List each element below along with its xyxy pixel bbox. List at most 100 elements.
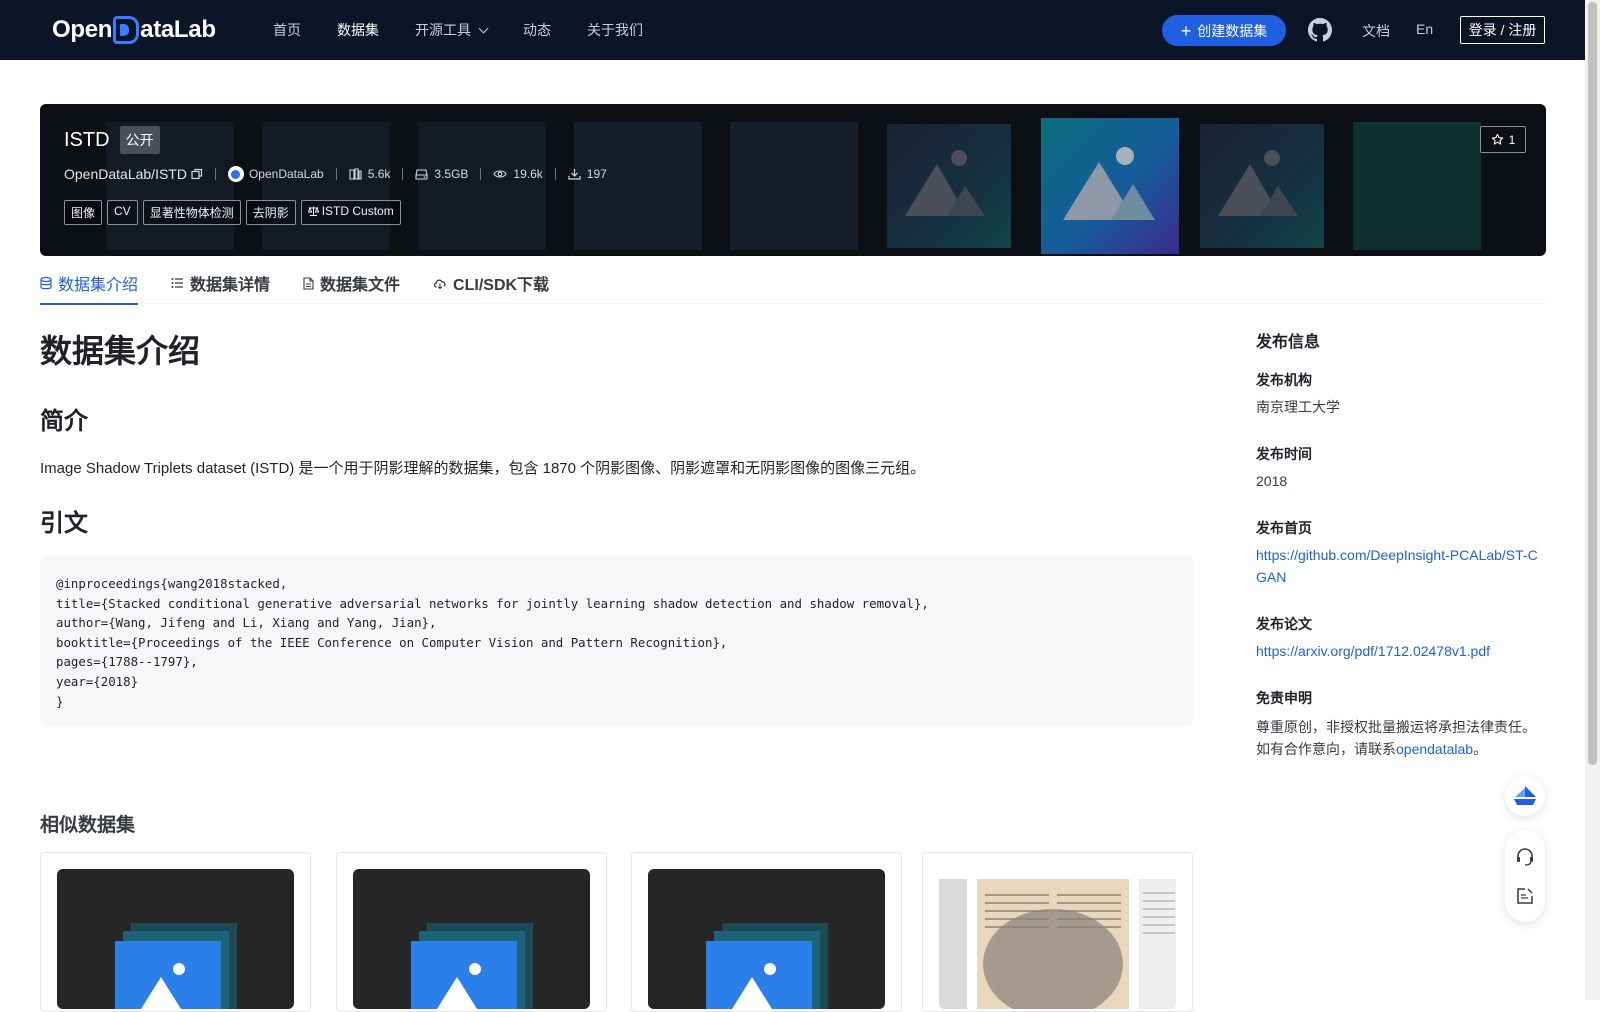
disk-size-stat: 3.5GB [415, 167, 468, 181]
github-icon[interactable] [1308, 18, 1332, 42]
document-image [939, 879, 1176, 1009]
image-placeholder-icon [115, 923, 237, 1009]
dataset-hero-banner: ISTD 公开 OpenDataLab/ISTD OpenDataLab 5.6… [40, 104, 1546, 256]
headset-icon[interactable] [1515, 847, 1535, 867]
assistant-float-button[interactable] [1505, 776, 1545, 816]
hard-drive-icon [415, 169, 428, 180]
page-scrollbar[interactable] [1585, 0, 1600, 1000]
dataset-meta-row: OpenDataLab/ISTD OpenDataLab 5.6k 3.5GB … [64, 166, 607, 182]
tag-list: 图像 CV 显著性物体检测 去阴影 ISTD Custom [64, 200, 401, 225]
file-icon [303, 276, 314, 290]
dataset-thumbnail [57, 869, 294, 1009]
page-title: 数据集介绍 [40, 333, 201, 369]
publish-info-sidebar: 发布信息 发布机构 南京理工大学 发布时间 2018 发布首页 https://… [1256, 328, 1546, 757]
eye-icon [493, 170, 508, 178]
nav-news[interactable]: 动态 [523, 20, 551, 40]
opendatalab-logo[interactable]: Open ataLab [52, 14, 216, 46]
dataset-path: OpenDataLab/ISTD [64, 166, 187, 182]
cloud-icon [433, 277, 447, 289]
intro-paragraph: Image Shadow Triplets dataset (ISTD) 是一个… [40, 460, 926, 477]
edit-icon[interactable] [1516, 887, 1534, 905]
hero-image-placeholder [887, 124, 1011, 248]
language-switch[interactable]: En [1416, 21, 1433, 37]
scrollbar-thumb[interactable] [1588, 2, 1597, 765]
homepage-link[interactable]: https://github.com/DeepInsight-PCALab/ST… [1256, 547, 1538, 585]
tag-salient-object-detection[interactable]: 显著性物体检测 [142, 200, 241, 225]
divider [335, 168, 337, 180]
tab-details-label: 数据集详情 [190, 277, 271, 294]
similar-dataset-card[interactable] [631, 852, 902, 1012]
publish-time-label: 发布时间 [1256, 446, 1312, 462]
downloads-stat: 197 [568, 167, 607, 181]
copy-icon[interactable] [191, 168, 203, 180]
database-icon [40, 276, 52, 290]
tab-files[interactable]: 数据集文件 [303, 262, 400, 304]
paper-label: 发布论文 [1256, 616, 1312, 632]
logo-d-icon [113, 16, 140, 44]
dataset-thumbnail [939, 869, 1176, 1009]
similar-dataset-card[interactable] [40, 852, 311, 1012]
nav-datasets[interactable]: 数据集 [337, 20, 379, 40]
tag-image[interactable]: 图像 [64, 200, 103, 225]
divider [554, 168, 556, 180]
hero-image-placeholder [1200, 124, 1324, 248]
download-icon [568, 169, 581, 180]
file-count-stat: 5.6k [349, 167, 390, 181]
divider [402, 168, 404, 180]
tab-cli-sdk-label: CLI/SDK下载 [453, 277, 550, 294]
login-register-button[interactable]: 登录 / 注册 [1460, 16, 1545, 44]
nav-home[interactable]: 首页 [273, 20, 301, 40]
similar-dataset-card[interactable] [922, 852, 1193, 1012]
org-name[interactable]: OpenDataLab [249, 167, 324, 181]
visibility-badge: 公开 [119, 126, 160, 154]
nav-open-tools[interactable]: 开源工具 [415, 20, 489, 40]
create-dataset-button[interactable]: + 创建数据集 [1162, 15, 1286, 46]
dataset-name: ISTD [64, 128, 110, 151]
intro-heading: 简介 [40, 408, 88, 435]
list-icon [171, 277, 184, 289]
support-float-panel [1505, 830, 1545, 922]
nav-about[interactable]: 关于我们 [587, 20, 643, 40]
similar-datasets-heading: 相似数据集 [40, 815, 136, 836]
files-icon [349, 168, 362, 180]
dataset-thumbnail [353, 869, 590, 1009]
hero-tile [574, 122, 702, 250]
main-nav: 首页 数据集 开源工具 动态 关于我们 [273, 0, 679, 60]
tab-cli-sdk[interactable]: CLI/SDK下载 [433, 262, 549, 304]
plus-icon: + [1180, 20, 1192, 41]
disclaimer-label: 免责申明 [1256, 690, 1312, 706]
docs-link[interactable]: 文档 [1362, 21, 1390, 41]
publish-info-title: 发布信息 [1256, 334, 1321, 351]
divider [480, 168, 482, 180]
tab-files-label: 数据集文件 [320, 277, 401, 294]
star-button[interactable]: 1 [1480, 126, 1526, 153]
hero-tile [262, 122, 390, 250]
tag-license-label: ISTD Custom [321, 204, 394, 218]
tab-details[interactable]: 数据集详情 [171, 262, 270, 304]
image-placeholder-icon [1063, 147, 1155, 220]
citation-code-block: @inproceedings{wang2018stacked, title={S… [40, 556, 1193, 726]
image-placeholder-icon [411, 923, 533, 1009]
dataset-tabs: 数据集介绍 数据集详情 数据集文件 CLI/SDK下载 [40, 262, 1546, 305]
hero-image-highlight [1041, 118, 1179, 254]
tab-introduction[interactable]: 数据集介绍 [40, 262, 139, 305]
tag-license[interactable]: ISTD Custom [300, 200, 401, 225]
hero-tile [730, 122, 858, 250]
paper-link[interactable]: https://arxiv.org/pdf/1712.02478v1.pdf [1256, 643, 1490, 659]
star-icon [1491, 133, 1503, 145]
tag-cv[interactable]: CV [107, 200, 138, 225]
image-placeholder-icon [706, 923, 828, 1009]
scale-icon [307, 206, 319, 216]
divider [214, 168, 216, 180]
contact-link[interactable]: opendatalab [1396, 741, 1473, 757]
tag-shadow-removal[interactable]: 去阴影 [245, 200, 296, 225]
dataset-thumbnail [648, 869, 885, 1009]
image-placeholder-icon [1218, 150, 1298, 216]
similar-dataset-card[interactable] [336, 852, 607, 1012]
star-count: 1 [1508, 132, 1516, 147]
views-stat: 19.6k [493, 167, 543, 181]
logo-text-datalab: ataLab [140, 16, 216, 43]
publisher-value: 南京理工大学 [1256, 399, 1340, 415]
publish-time-value: 2018 [1256, 473, 1288, 489]
hero-tile [418, 122, 546, 250]
